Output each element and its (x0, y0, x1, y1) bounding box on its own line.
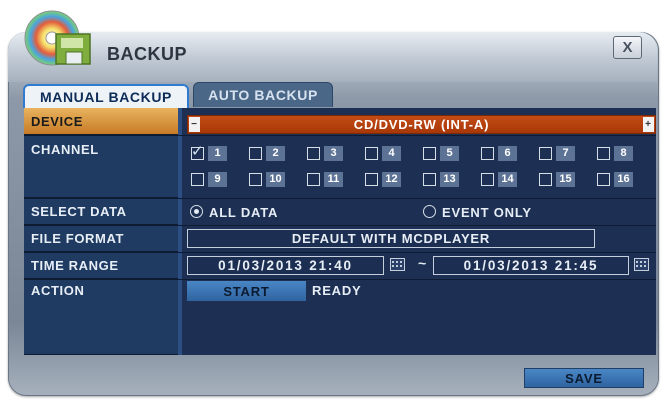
checkbox-icon (307, 173, 320, 186)
checkbox-icon (539, 147, 552, 160)
close-button[interactable]: X (613, 36, 642, 59)
channel-checkbox-13[interactable]: 13 (423, 172, 459, 187)
checkbox-icon (597, 173, 610, 186)
device-prev-icon[interactable]: − (189, 117, 200, 132)
radio-event-only[interactable]: EVENT ONLY (423, 204, 532, 222)
channel-label: CHANNEL (24, 136, 178, 198)
window-title: BACKUP (107, 44, 188, 64)
device-value: CD/DVD-RW (INT-A) (353, 117, 490, 132)
checkbox-icon (423, 173, 436, 186)
channel-checkbox-16[interactable]: 16 (597, 172, 633, 187)
save-button[interactable]: SAVE (524, 368, 644, 388)
checkbox-icon (423, 147, 436, 160)
action-label: ACTION (24, 280, 178, 355)
calendar-icon[interactable] (390, 258, 405, 271)
device-label: DEVICE (24, 108, 178, 135)
channel-checkbox-8[interactable]: 8 (597, 146, 633, 161)
channel-checkbox-4[interactable]: 4 (365, 146, 401, 161)
checkbox-icon (307, 147, 320, 160)
row-divider (24, 279, 656, 280)
backup-status: READY (312, 283, 362, 298)
tab-auto-backup[interactable]: AUTO BACKUP (193, 82, 333, 107)
select-data-label: SELECT DATA (24, 199, 178, 225)
checkbox-icon (481, 173, 494, 186)
calendar-icon[interactable] (634, 258, 649, 271)
file-format-label: FILE FORMAT (24, 226, 178, 252)
row-divider (24, 198, 656, 199)
start-time-field[interactable]: 01/03/2013 21:40 (187, 256, 384, 275)
end-time-field[interactable]: 01/03/2013 21:45 (433, 256, 629, 275)
channel-checkbox-7[interactable]: 7 (539, 146, 575, 161)
column-divider (178, 108, 182, 355)
channel-checkbox-11[interactable]: 11 (307, 172, 343, 187)
disc-backup-icon (24, 10, 91, 66)
range-separator: ~ (418, 255, 427, 271)
checkbox-icon (597, 147, 610, 160)
checkbox-icon (191, 173, 204, 186)
channel-checkbox-1[interactable]: 1 (191, 142, 227, 161)
radio-unselected-icon (423, 205, 436, 218)
file-format-select[interactable]: DEFAULT WITH MCDPLAYER (187, 229, 595, 248)
start-button[interactable]: START (187, 281, 306, 301)
checkbox-icon (365, 173, 378, 186)
checkbox-icon (481, 147, 494, 160)
channel-checkbox-9[interactable]: 9 (191, 172, 227, 187)
row-divider (24, 252, 656, 253)
checkbox-icon (365, 147, 378, 160)
time-range-label: TIME RANGE (24, 253, 178, 279)
title-bar (8, 32, 657, 82)
checkbox-icon (191, 142, 204, 160)
row-divider (24, 135, 656, 136)
channel-checkbox-2[interactable]: 2 (249, 146, 285, 161)
checkbox-icon (249, 173, 262, 186)
channel-checkbox-3[interactable]: 3 (307, 146, 343, 161)
channel-checkbox-15[interactable]: 15 (539, 172, 575, 187)
device-select[interactable]: − CD/DVD-RW (INT-A) + (187, 115, 656, 134)
channel-checkbox-12[interactable]: 12 (365, 172, 401, 187)
row-divider (24, 225, 656, 226)
channel-checkbox-10[interactable]: 10 (249, 172, 285, 187)
checkbox-icon (249, 147, 262, 160)
radio-selected-icon (190, 205, 203, 218)
channel-checkbox-6[interactable]: 6 (481, 146, 517, 161)
checkbox-icon (539, 173, 552, 186)
channel-checkbox-5[interactable]: 5 (423, 146, 459, 161)
channel-checkbox-14[interactable]: 14 (481, 172, 517, 187)
tab-manual-backup[interactable]: MANUAL BACKUP (23, 84, 189, 108)
device-next-icon[interactable]: + (643, 117, 654, 132)
radio-all-data[interactable]: ALL DATA (190, 204, 278, 222)
